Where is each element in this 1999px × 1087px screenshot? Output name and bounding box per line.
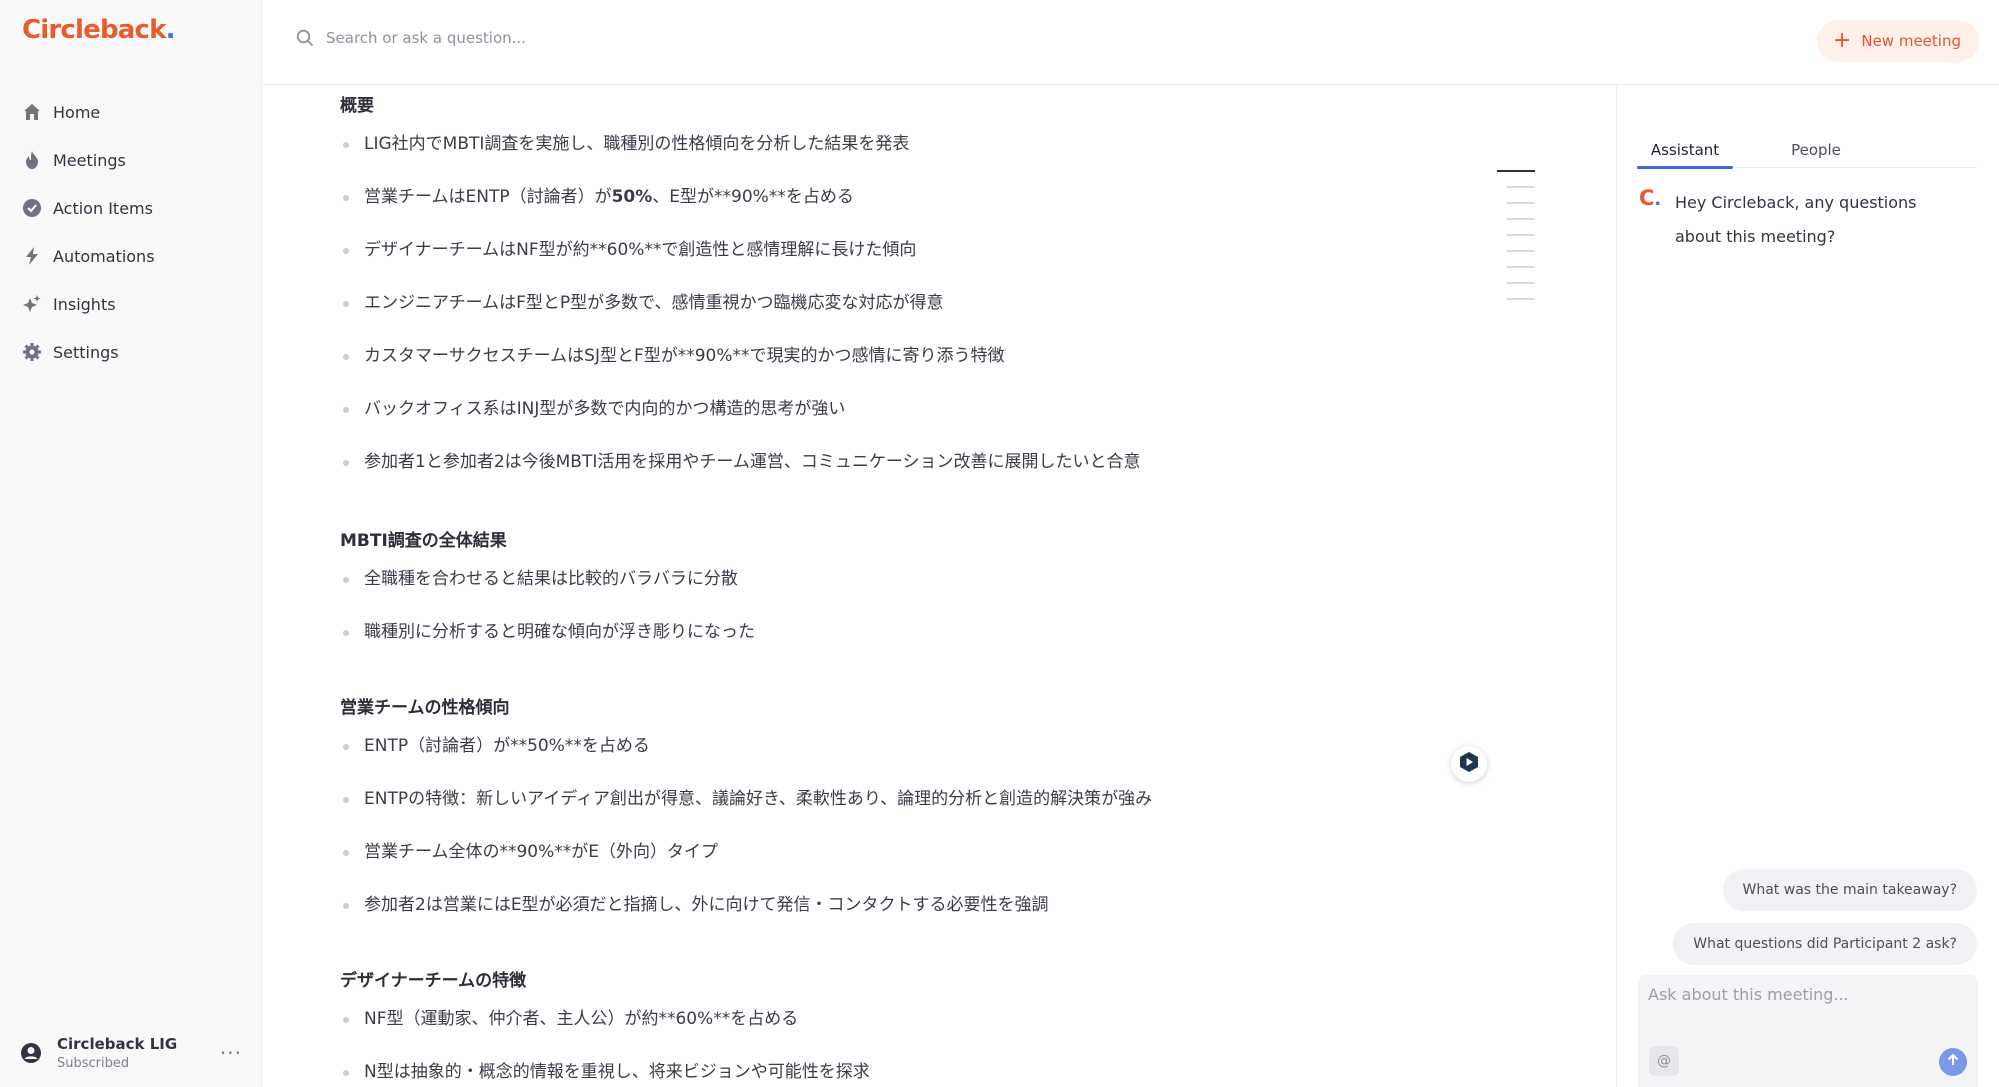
sidebar-item-meetings[interactable]: Meetings bbox=[0, 136, 262, 184]
new-meeting-button[interactable]: + New meeting bbox=[1816, 20, 1979, 62]
assistant-panel: Assistant People C. Hey Circleback, any … bbox=[1616, 86, 1999, 1087]
list-item: 全職種を合わせると結果は比較的バラバラに分散 bbox=[340, 559, 1340, 612]
search-input[interactable] bbox=[326, 29, 926, 47]
sidebar-item-automations[interactable]: Automations bbox=[0, 232, 262, 280]
outline-marker[interactable] bbox=[1507, 282, 1535, 284]
list-item: 営業チーム全体の**90%**がE（外向）タイプ bbox=[340, 832, 1340, 885]
new-meeting-label: New meeting bbox=[1861, 32, 1961, 50]
section-title: 概要 bbox=[340, 96, 374, 116]
account-info: Circleback LIG Subscribed bbox=[57, 1035, 220, 1071]
sidebar-nav: Home Meetings Action Items Automations I… bbox=[0, 88, 262, 376]
list-item: NF型（運動家、仲介者、主人公）が約**60%**を占める bbox=[340, 999, 1340, 1052]
list-item: 参加者2は営業にはE型が必須だと指摘し、外に向けて発信・コンタクトする必要性を強… bbox=[340, 885, 1340, 938]
outline-marker[interactable] bbox=[1507, 234, 1535, 236]
sidebar-item-label: Automations bbox=[53, 246, 155, 266]
outline-marker[interactable] bbox=[1507, 266, 1535, 268]
arrow-up-icon bbox=[1945, 1052, 1961, 1072]
user-avatar-icon bbox=[20, 1042, 42, 1064]
meeting-notes: 概要 LIG社内でMBTI調査を実施し、職種別の性格傾向を分析した結果を発表 営… bbox=[263, 86, 1616, 1087]
list-item: カスタマーサクセスチームはSJ型とF型が**90%**で現実的かつ感情に寄り添う… bbox=[340, 336, 1340, 389]
account-status: Subscribed bbox=[57, 1056, 130, 1071]
gear-icon bbox=[20, 340, 44, 364]
outline-marker[interactable] bbox=[1507, 218, 1535, 220]
ask-input[interactable] bbox=[1648, 985, 1968, 1025]
circleback-mini-logo: C. bbox=[1639, 186, 1662, 210]
assistant-greeting: C. Hey Circleback, any questions about t… bbox=[1639, 186, 1969, 254]
sparkles-icon bbox=[20, 292, 44, 316]
sidebar-item-home[interactable]: Home bbox=[0, 88, 262, 136]
assistant-message: Hey Circleback, any questions about this… bbox=[1675, 193, 1917, 246]
account-menu[interactable]: Circleback LIG Subscribed ··· bbox=[20, 1030, 242, 1076]
sidebar-item-settings[interactable]: Settings bbox=[0, 328, 262, 376]
suggestion-chip[interactable]: What questions did Participant 2 ask? bbox=[1673, 923, 1977, 965]
sidebar-item-insights[interactable]: Insights bbox=[0, 280, 262, 328]
tab-people[interactable]: People bbox=[1768, 132, 1864, 168]
sidebar-item-label: Settings bbox=[53, 342, 119, 362]
section-title: 営業チームの性格傾向 bbox=[340, 698, 510, 718]
list-item: 営業チームはENTP（討論者）が50%、E型が**90%**を占める bbox=[340, 177, 1340, 230]
outline-marker[interactable] bbox=[1507, 250, 1535, 252]
list-item: 参加者1と参加者2は今後MBTI活用を採用やチーム運営、コミュニケーション改善に… bbox=[340, 442, 1340, 495]
sidebar-item-label: Meetings bbox=[53, 150, 126, 170]
ask-box: @ bbox=[1638, 975, 1978, 1087]
tab-assistant[interactable]: Assistant bbox=[1637, 132, 1733, 169]
more-options-icon[interactable]: ··· bbox=[220, 1041, 242, 1065]
extension-button[interactable] bbox=[1451, 746, 1487, 782]
section-outline[interactable] bbox=[1495, 170, 1537, 314]
account-name: Circleback LIG bbox=[57, 1035, 178, 1053]
sidebar-item-label: Home bbox=[53, 102, 101, 122]
section-title: MBTI調査の全体結果 bbox=[340, 531, 507, 551]
list-item: バックオフィス系はINJ型が多数で内向的かつ構造的思考が強い bbox=[340, 389, 1340, 442]
sidebar-item-label: Action Items bbox=[53, 198, 153, 218]
list-item: デザイナーチームはNF型が約**60%**で創造性と感情理解に長けた傾向 bbox=[340, 230, 1340, 283]
sidebar: Circleback. Home Meetings Action Items A… bbox=[0, 0, 262, 1087]
search-bar bbox=[295, 28, 926, 48]
list-item: LIG社内でMBTI調査を実施し、職種別の性格傾向を分析した結果を発表 bbox=[340, 124, 1340, 177]
outline-marker[interactable] bbox=[1507, 298, 1535, 300]
plus-icon: + bbox=[1832, 28, 1852, 53]
check-circle-icon bbox=[20, 196, 44, 220]
list-item: 職種別に分析すると明確な傾向が浮き彫りになった bbox=[340, 612, 1340, 665]
outline-marker[interactable] bbox=[1507, 186, 1535, 188]
hexagon-play-icon bbox=[1458, 751, 1480, 777]
top-bar: + New meeting bbox=[263, 0, 1999, 85]
sidebar-item-action-items[interactable]: Action Items bbox=[0, 184, 262, 232]
flame-icon bbox=[20, 148, 44, 172]
circleback-logo[interactable]: Circleback. bbox=[22, 15, 176, 45]
send-button[interactable] bbox=[1939, 1048, 1967, 1076]
list-item: ENTPの特徴：新しいアイディア創出が得意、議論好き、柔軟性あり、論理的分析と創… bbox=[340, 779, 1340, 832]
list-item: エンジニアチームはF型とP型が多数で、感情重視かつ臨機応変な対応が得意 bbox=[340, 283, 1340, 336]
mention-button[interactable]: @ bbox=[1649, 1046, 1679, 1076]
list-item: ENTP（討論者）が**50%**を占める bbox=[340, 726, 1340, 779]
suggestion-chip[interactable]: What was the main takeaway? bbox=[1722, 869, 1977, 911]
home-icon bbox=[20, 100, 44, 124]
search-icon bbox=[295, 28, 315, 48]
notes-document: 概要 LIG社内でMBTI調査を実施し、職種別の性格傾向を分析した結果を発表 営… bbox=[340, 86, 1340, 1087]
lightning-icon bbox=[20, 244, 44, 268]
outline-marker[interactable] bbox=[1507, 202, 1535, 204]
panel-tabs: Assistant People bbox=[1637, 132, 1977, 169]
list-item: N型は抽象的・概念的情報を重視し、将来ビジョンや可能性を探求 bbox=[340, 1052, 1340, 1087]
outline-marker[interactable] bbox=[1497, 170, 1535, 172]
section-title: デザイナーチームの特徴 bbox=[340, 971, 527, 991]
sidebar-item-label: Insights bbox=[53, 294, 116, 314]
